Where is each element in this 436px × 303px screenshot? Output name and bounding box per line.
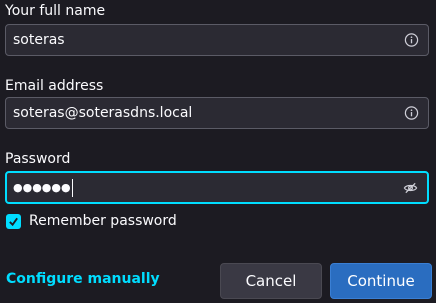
password-label: Password [5,151,71,167]
full-name-field[interactable]: soteras [5,24,429,56]
email-label: Email address [5,78,104,94]
password-masked-text: ●●●●●● [13,181,71,194]
full-name-value: soteras [13,32,65,48]
cancel-button[interactable]: Cancel [220,263,322,299]
remember-password-checkbox[interactable] [6,213,21,229]
account-setup-form: Your full name soteras Email address sot… [0,0,436,303]
password-value: ●●●●●● [13,173,73,202]
full-name-label: Your full name [5,3,106,19]
info-icon[interactable] [404,33,419,48]
remember-password-row[interactable]: Remember password [6,213,177,229]
password-field[interactable]: ●●●●●● [5,171,429,204]
continue-button[interactable]: Continue [330,263,432,299]
eye-slash-icon[interactable] [403,180,418,195]
configure-manually-link[interactable]: Configure manually [6,271,160,287]
email-field[interactable]: soteras@soterasdns.local [5,97,429,129]
remember-password-label: Remember password [29,213,177,229]
info-icon[interactable] [404,106,419,121]
email-value: soteras@soterasdns.local [13,105,193,121]
checkmark-icon [9,217,18,226]
text-caret [71,178,73,197]
